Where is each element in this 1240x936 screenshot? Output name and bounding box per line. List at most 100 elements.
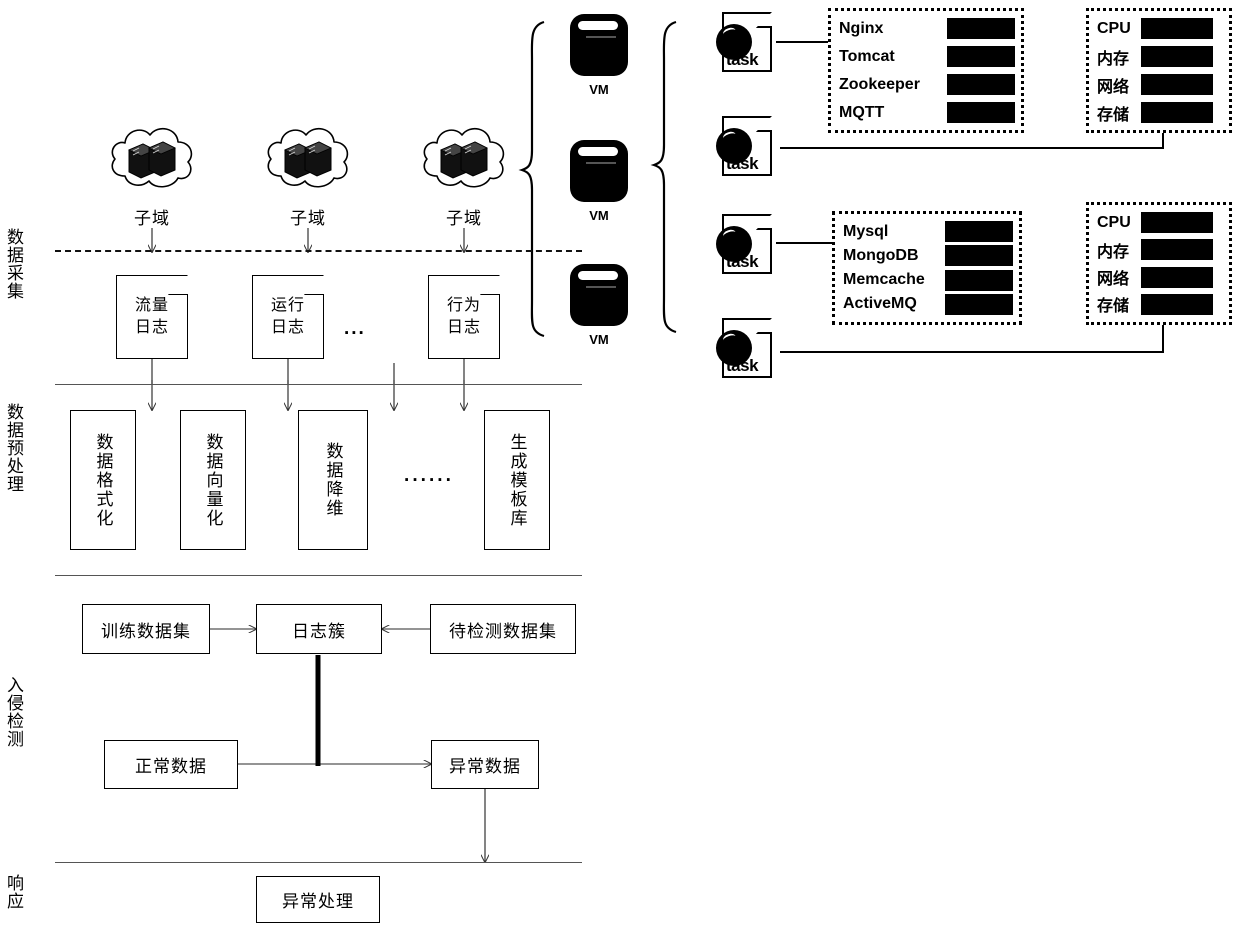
service-name: Zookeeper	[839, 75, 920, 93]
task-icon-2: task	[714, 112, 776, 180]
service-meter-bar	[945, 221, 1013, 242]
resource-meter-bar	[1141, 102, 1213, 123]
service-meter-bar	[945, 269, 1013, 291]
collection-dashed-rule	[55, 250, 582, 252]
preprocess-step-template: 生成模板库	[484, 410, 550, 550]
vm-slot-detail	[578, 147, 618, 156]
response-rule	[55, 862, 582, 863]
page-fold-icon	[756, 318, 772, 334]
detect-dataset-box: 待检测数据集	[430, 604, 576, 654]
page-fold-icon	[756, 12, 772, 28]
subdomain-label: 子域	[134, 209, 170, 228]
resource-meter-bar	[1141, 266, 1213, 288]
resource-name: 存储	[1097, 298, 1130, 316]
task-label: task	[726, 252, 759, 271]
subdomain-label: 子域	[446, 209, 482, 228]
service-row: ActiveMQ	[843, 293, 1013, 316]
service-row: Zookeeper	[839, 73, 1015, 96]
resource-panel-1: CPU 内存 网络 存储	[1086, 8, 1232, 133]
service-name: MQTT	[839, 103, 885, 121]
cloud-icon	[111, 127, 193, 188]
log-label-line1: 运行	[270, 297, 305, 315]
subdomain-label: 子域	[290, 209, 326, 228]
resource-name: 内存	[1097, 243, 1130, 261]
log-label-line2: 日志	[446, 319, 481, 336]
log-label-line2: 日志	[270, 319, 305, 336]
service-row: MongoDB	[843, 244, 1013, 267]
preprocess-step-reduce: 数据降维	[298, 410, 368, 550]
task-label: task	[726, 154, 759, 173]
server-icon	[128, 141, 176, 179]
resource-row: 内存	[1097, 45, 1223, 68]
vm-icon	[570, 14, 628, 76]
resource-name: CPU	[1097, 213, 1131, 231]
resource-panel-2: CPU 内存 网络 存储	[1086, 202, 1232, 325]
resource-row: CPU	[1097, 17, 1223, 40]
resource-meter-bar	[1141, 74, 1213, 95]
task-icon-3: task	[714, 210, 776, 278]
resource-row: 内存	[1097, 238, 1223, 261]
resource-name: 网络	[1097, 78, 1130, 96]
resource-name: CPU	[1097, 19, 1131, 37]
resource-name: 存储	[1097, 106, 1130, 124]
service-meter-bar	[945, 245, 1013, 267]
resource-row: CPU	[1097, 211, 1223, 234]
log-doc-runtime: 运行 日志	[252, 275, 324, 359]
normal-data-box: 正常数据	[104, 740, 238, 789]
service-name: Memcache	[843, 271, 925, 289]
service-row: MQTT	[839, 101, 1015, 124]
vm-slot-detail	[578, 21, 618, 30]
logs-ellipsis: ...	[344, 318, 366, 339]
service-row: Tomcat	[839, 45, 1015, 68]
resource-meter-bar	[1141, 212, 1213, 233]
vm-label: VM	[589, 208, 609, 223]
stage-label-detection: 入侵检测	[4, 676, 24, 748]
service-row: Nginx	[839, 17, 1015, 40]
service-meter-bar	[947, 102, 1015, 123]
log-label-line2: 日志	[134, 319, 169, 336]
preprocess-ellipsis: ······	[404, 470, 454, 491]
log-doc-label: 流量 日志	[117, 276, 187, 358]
resource-row: 网络	[1097, 73, 1223, 96]
log-label-line1: 行为	[446, 297, 481, 315]
resource-meter-bar	[1141, 239, 1213, 261]
vm-line-detail	[586, 36, 616, 38]
abnormal-handling-box: 异常处理	[256, 876, 380, 923]
vm-icon	[570, 140, 628, 202]
stage-label-preprocessing: 数据预处理	[4, 403, 24, 493]
diagram-canvas: 数据采集 数据预处理 入侵检测 响应 子域 子域 子域 流量 日志 运行 日志 …	[0, 0, 1240, 936]
server-icon	[440, 141, 488, 179]
resource-row: 存储	[1097, 293, 1223, 316]
resource-meter-bar	[1141, 46, 1213, 67]
subdomain-3: 子域	[415, 118, 513, 228]
resource-meter-bar	[1141, 293, 1213, 315]
preprocessing-rule	[55, 384, 582, 385]
vm-line-detail	[586, 286, 616, 288]
preprocess-step-format: 数据格式化	[70, 410, 136, 550]
service-name: Nginx	[839, 19, 884, 37]
service-name: Tomcat	[839, 47, 895, 65]
service-meter-bar	[947, 46, 1015, 67]
service-panel-data: Mysql MongoDB Memcache ActiveMQ	[832, 211, 1022, 325]
resource-meter-bar	[1141, 18, 1213, 39]
service-name: MongoDB	[843, 246, 919, 264]
resource-row: 网络	[1097, 266, 1223, 289]
task-label: task	[726, 356, 759, 375]
log-doc-label: 行为 日志	[429, 276, 499, 358]
log-label-line1: 流量	[134, 297, 169, 315]
subdomain-2: 子域	[259, 118, 357, 228]
vm-label: VM	[589, 82, 609, 97]
vm-icon	[570, 264, 628, 326]
service-meter-bar	[947, 74, 1015, 95]
server-icon	[284, 141, 332, 179]
task-icon-1: task	[714, 8, 776, 76]
resource-name: 内存	[1097, 50, 1130, 68]
service-name: ActiveMQ	[843, 295, 917, 313]
vm-line-detail	[586, 162, 616, 164]
service-meter-bar	[945, 293, 1013, 315]
resource-name: 网络	[1097, 271, 1130, 289]
task-label: task	[726, 50, 759, 69]
vm-slot-detail	[578, 271, 618, 280]
training-dataset-box: 训练数据集	[82, 604, 210, 654]
service-meter-bar	[947, 18, 1015, 39]
